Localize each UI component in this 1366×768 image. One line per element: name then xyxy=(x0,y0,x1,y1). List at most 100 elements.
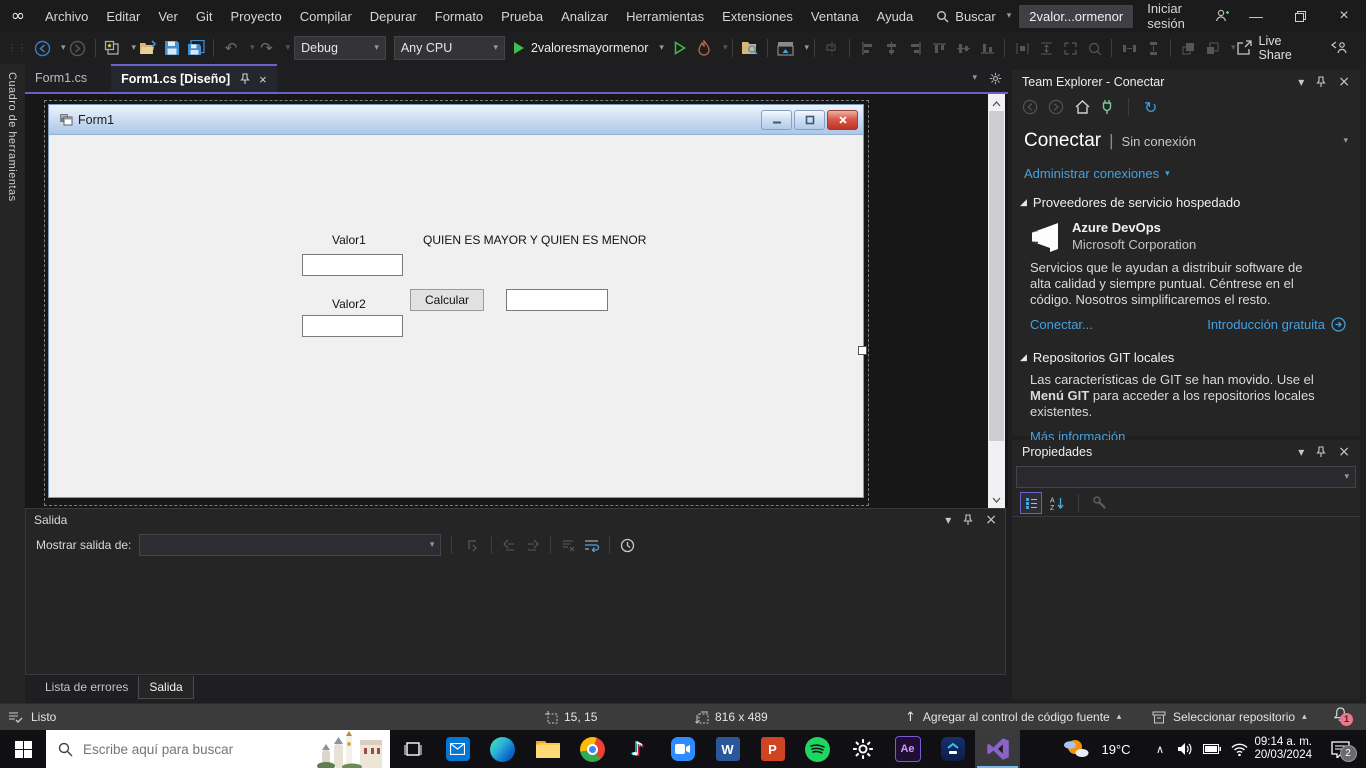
taskbar-after-effects-icon[interactable]: Ae xyxy=(885,730,930,768)
output-dropdown-icon[interactable]: ▾ xyxy=(945,513,951,527)
configuration-combo[interactable]: Debug▾ xyxy=(294,36,386,60)
weather-temperature[interactable]: 19°C xyxy=(1096,730,1136,768)
te-connect-plug-icon[interactable] xyxy=(1101,99,1113,115)
menu-analizar[interactable]: Analizar xyxy=(552,0,617,32)
tray-volume-icon[interactable] xyxy=(1172,730,1198,768)
align-rights-icon[interactable] xyxy=(904,35,926,61)
redo-dropdown[interactable]: ▾ xyxy=(286,43,291,53)
output-panel-header[interactable]: Salida ▾ × xyxy=(26,509,1005,531)
output-pin-icon[interactable] xyxy=(963,514,973,526)
sign-in-button[interactable]: Iniciar sesión xyxy=(1147,1,1206,31)
taskbar-search-input[interactable] xyxy=(81,741,285,758)
align-bottoms-icon[interactable] xyxy=(976,35,998,61)
team-explorer-pin-icon[interactable] xyxy=(1316,76,1326,88)
close-tab-icon[interactable]: × xyxy=(259,72,267,87)
te-home-icon[interactable] xyxy=(1074,99,1091,115)
taskbar-chrome-icon[interactable] xyxy=(570,730,615,768)
minimize-window-icon[interactable]: — xyxy=(1234,0,1278,32)
live-share-label[interactable]: Live Share xyxy=(1259,34,1315,62)
same-width-icon[interactable] xyxy=(1011,35,1033,61)
word-wrap-icon[interactable] xyxy=(581,532,603,558)
restore-window-icon[interactable] xyxy=(1278,0,1322,32)
properties-dropdown-icon[interactable]: ▾ xyxy=(1298,445,1304,459)
undo-icon[interactable]: ↶ xyxy=(220,35,242,61)
add-source-control-button[interactable]: ↑ Agregar al control de código fuente ▴ xyxy=(905,704,1121,730)
azure-connect-link[interactable]: Conectar... xyxy=(1030,317,1093,332)
navigate-back-dropdown[interactable]: ▾ xyxy=(61,43,66,53)
tab-list-dropdown[interactable]: ▾ xyxy=(972,73,977,83)
open-file-icon[interactable] xyxy=(137,35,159,61)
properties-window-dropdown[interactable]: ▾ xyxy=(804,43,809,53)
te-page-dropdown[interactable]: ▾ xyxy=(1343,136,1348,146)
properties-object-combo[interactable]: ▾ xyxy=(1016,466,1356,488)
send-to-back-icon[interactable] xyxy=(1201,35,1223,61)
tab-error-list[interactable]: Lista de errores xyxy=(35,676,138,698)
alphabetical-sort-icon[interactable]: AZ xyxy=(1050,496,1065,511)
new-project-dropdown[interactable]: ▾ xyxy=(132,43,137,53)
output-close-icon[interactable]: × xyxy=(985,512,997,528)
form-title-bar[interactable]: Form1 xyxy=(49,105,863,135)
tab-form1-designer[interactable]: Form1.cs [Diseño] × xyxy=(111,64,277,92)
taskbar-zoom-icon[interactable] xyxy=(660,730,705,768)
notifications-bell[interactable]: 1 xyxy=(1332,706,1349,723)
taskbar-edge-icon[interactable] xyxy=(480,730,525,768)
hot-reload-icon[interactable] xyxy=(693,35,715,61)
scroll-up-icon[interactable] xyxy=(988,96,1005,112)
menu-ayuda[interactable]: Ayuda xyxy=(868,0,923,32)
weather-widget-icon[interactable] xyxy=(1058,730,1094,768)
menu-formato[interactable]: Formato xyxy=(426,0,492,32)
intro-arrow-icon[interactable] xyxy=(1331,317,1346,332)
history-clock-icon[interactable] xyxy=(616,532,638,558)
form-close-icon[interactable] xyxy=(827,110,858,130)
valor2-textbox[interactable] xyxy=(302,315,403,337)
next-message-icon[interactable] xyxy=(522,532,544,558)
designer-vertical-scrollbar[interactable] xyxy=(988,94,1005,508)
pin-tab-icon[interactable] xyxy=(240,73,250,85)
taskbar-visual-studio-icon[interactable] xyxy=(975,730,1020,768)
team-explorer-header[interactable]: Team Explorer - Conectar ▾ × xyxy=(1012,70,1360,94)
scroll-down-icon[interactable] xyxy=(988,492,1005,508)
feedback-icon[interactable] xyxy=(1331,40,1348,56)
solution-name-badge[interactable]: 2valor...ormenor xyxy=(1019,5,1133,28)
search-highlight-castle-image[interactable] xyxy=(316,730,388,768)
menu-ver[interactable]: Ver xyxy=(149,0,187,32)
align-centers-icon[interactable] xyxy=(880,35,902,61)
close-window-icon[interactable]: × xyxy=(1322,0,1366,32)
taskbar-filmora-icon[interactable] xyxy=(930,730,975,768)
form-resize-handle[interactable] xyxy=(858,346,867,355)
menu-ventana[interactable]: Ventana xyxy=(802,0,868,32)
menu-depurar[interactable]: Depurar xyxy=(361,0,426,32)
same-height-icon[interactable] xyxy=(1035,35,1057,61)
categorized-view-icon[interactable] xyxy=(1020,492,1042,514)
navigate-back-icon[interactable] xyxy=(31,35,53,61)
start-debug-button[interactable]: 2valoresmayormenor ▾ xyxy=(513,41,664,55)
show-output-combo[interactable]: ▾ xyxy=(139,534,441,556)
calcular-button[interactable]: Calcular xyxy=(410,289,484,311)
properties-header[interactable]: Propiedades ▾ × xyxy=(1012,440,1360,464)
properties-pin-icon[interactable] xyxy=(1316,446,1326,458)
git-repos-section-header[interactable]: ◢ Repositorios GIT locales xyxy=(1012,332,1360,365)
align-tops-icon[interactable] xyxy=(928,35,950,61)
column-guides-icon[interactable] xyxy=(821,35,843,61)
navigate-forward-icon[interactable] xyxy=(67,35,89,61)
menu-compilar[interactable]: Compilar xyxy=(291,0,361,32)
start-button[interactable] xyxy=(0,730,46,768)
taskbar-mail-icon[interactable] xyxy=(435,730,480,768)
new-project-icon[interactable] xyxy=(102,35,124,61)
property-pages-wrench-icon[interactable] xyxy=(1092,495,1108,511)
tray-chevron-up-icon[interactable]: ∧ xyxy=(1148,730,1172,768)
action-center-icon[interactable]: 2 xyxy=(1320,730,1360,768)
heading-label[interactable]: QUIEN ES MAYOR Y QUIEN ES MENOR xyxy=(423,233,646,247)
designed-form[interactable]: Form1 Valor1 QUIEN ES MAYOR Y QUIEN ES M… xyxy=(48,104,864,498)
hot-reload-dropdown[interactable]: ▾ xyxy=(723,43,728,53)
taskbar-settings-icon[interactable] xyxy=(840,730,885,768)
valor2-label[interactable]: Valor2 xyxy=(332,297,366,311)
te-refresh-icon[interactable]: ↻ xyxy=(1144,98,1157,117)
valor1-label[interactable]: Valor1 xyxy=(332,233,366,247)
menu-archivo[interactable]: Archivo xyxy=(36,0,97,32)
team-explorer-dropdown-icon[interactable]: ▾ xyxy=(1298,75,1304,89)
clear-all-icon[interactable] xyxy=(557,532,579,558)
size-to-grid-icon[interactable] xyxy=(1083,35,1105,61)
properties-window-icon[interactable] xyxy=(774,35,796,61)
bring-to-front-icon[interactable] xyxy=(1177,35,1199,61)
